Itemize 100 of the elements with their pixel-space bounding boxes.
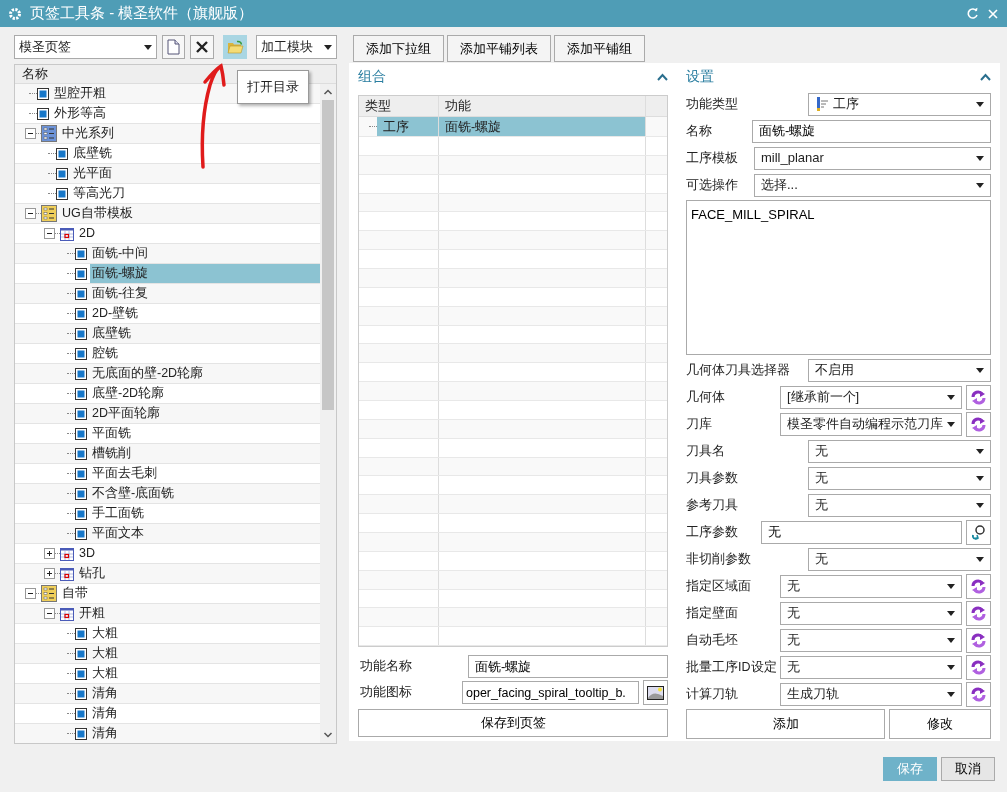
tree-item[interactable]: 等高光刀 bbox=[71, 184, 127, 203]
toolbar-button[interactable]: 添加平铺组 bbox=[554, 35, 645, 62]
tree-item[interactable]: 面铣-往复 bbox=[90, 284, 151, 303]
tree-item[interactable]: 清角 bbox=[90, 684, 120, 703]
delete-button[interactable] bbox=[190, 35, 215, 59]
dropdown[interactable]: 无 bbox=[808, 466, 991, 490]
page-tab-dropdown[interactable]: 模圣页签 bbox=[14, 35, 157, 59]
dialog-button[interactable]: 取消 bbox=[941, 757, 995, 781]
image-button[interactable] bbox=[643, 680, 668, 705]
refresh-button[interactable] bbox=[966, 627, 991, 653]
field-label: 自动毛坯 bbox=[686, 631, 739, 649]
table-cell[interactable]: 面铣-螺旋 bbox=[439, 117, 646, 136]
collapse-icon[interactable] bbox=[980, 73, 991, 81]
dropdown[interactable]: 无 bbox=[808, 493, 991, 517]
dropdown[interactable]: 模圣零件自动编程示范刀库 bbox=[780, 412, 962, 436]
tree-item[interactable]: 型腔开粗 bbox=[52, 84, 108, 103]
tree-item[interactable]: 3D bbox=[77, 544, 97, 563]
action-button[interactable]: 添加 bbox=[686, 709, 885, 739]
tree-item[interactable]: 手工面铣 bbox=[90, 504, 146, 523]
dropdown[interactable]: 无 bbox=[808, 547, 991, 571]
operation-icon bbox=[75, 647, 87, 660]
tree-item[interactable]: 底壁铣 bbox=[71, 144, 114, 163]
column-header: 类型 bbox=[359, 96, 439, 116]
dropdown[interactable]: 无 bbox=[808, 439, 991, 463]
table-cell[interactable]: 工序 bbox=[377, 117, 438, 136]
tree-toggle[interactable] bbox=[25, 128, 36, 139]
tree-toggle[interactable] bbox=[44, 548, 55, 559]
refresh-icon bbox=[970, 388, 987, 406]
toolbar-button[interactable]: 添加下拉组 bbox=[353, 35, 444, 62]
tree-item[interactable]: 大粗 bbox=[90, 664, 120, 683]
scrollbar-thumb[interactable] bbox=[322, 100, 334, 410]
module-dropdown[interactable]: 加工模块 bbox=[256, 35, 337, 59]
refresh-button[interactable] bbox=[966, 600, 991, 626]
tree-item[interactable]: 自带 bbox=[60, 584, 90, 603]
function-name-field[interactable]: 面铣-螺旋 bbox=[468, 655, 668, 678]
field-label: 功能名称 bbox=[359, 658, 413, 676]
toolbar-button[interactable]: 添加平铺列表 bbox=[447, 35, 551, 62]
tree-toggle[interactable] bbox=[44, 608, 55, 619]
close-icon bbox=[195, 40, 210, 54]
tree-item[interactable]: 腔铣 bbox=[90, 344, 120, 363]
text-field[interactable]: 无 bbox=[761, 520, 962, 544]
tree-item[interactable]: 2D-壁铣 bbox=[90, 304, 141, 323]
search-button[interactable] bbox=[966, 519, 991, 545]
tree-item[interactable]: 大粗 bbox=[90, 624, 120, 643]
tree-item[interactable]: 面铣-螺旋 bbox=[90, 264, 320, 283]
close-icon[interactable] bbox=[987, 7, 999, 20]
dropdown[interactable]: 工序 bbox=[808, 92, 991, 116]
save-to-tab-button[interactable]: 保存到页签 bbox=[358, 709, 668, 737]
dropdown[interactable]: mill_planar bbox=[754, 146, 991, 170]
refresh-button[interactable] bbox=[966, 654, 991, 680]
refresh-button[interactable] bbox=[966, 411, 991, 437]
action-button[interactable]: 修改 bbox=[889, 709, 991, 739]
scrollbar[interactable] bbox=[320, 84, 336, 743]
dropdown[interactable]: 无 bbox=[780, 628, 962, 652]
field-label: 批量工序ID设定 bbox=[686, 658, 776, 676]
tree-toggle[interactable] bbox=[44, 568, 55, 579]
tree-item[interactable]: 平面去毛刺 bbox=[90, 464, 159, 483]
tree-toggle[interactable] bbox=[25, 588, 36, 599]
field-label: 名称 bbox=[686, 122, 713, 140]
tree-item[interactable]: 面铣-中间 bbox=[90, 244, 151, 263]
dropdown[interactable]: 无 bbox=[780, 574, 962, 598]
collapse-icon[interactable] bbox=[657, 73, 668, 81]
note-field[interactable]: FACE_MILL_SPIRAL bbox=[686, 200, 991, 355]
caret-icon bbox=[976, 155, 984, 161]
tree-item[interactable]: 2D bbox=[77, 224, 97, 243]
field-label: 功能类型 bbox=[686, 95, 739, 113]
tool-icon bbox=[815, 96, 829, 112]
dropdown[interactable]: 不启用 bbox=[808, 358, 991, 382]
operation-icon bbox=[37, 87, 49, 100]
text-field[interactable]: 面铣-螺旋 bbox=[752, 119, 991, 143]
refresh-icon[interactable] bbox=[966, 7, 979, 20]
tree-item[interactable]: 大粗 bbox=[90, 644, 120, 663]
caret-icon bbox=[976, 448, 984, 454]
tree-item[interactable]: 清角 bbox=[90, 704, 120, 723]
dropdown[interactable]: 无 bbox=[780, 655, 962, 679]
refresh-button[interactable] bbox=[966, 681, 991, 707]
dropdown[interactable]: 选择... bbox=[754, 173, 991, 197]
tree-item[interactable]: 光平面 bbox=[71, 164, 114, 183]
dropdown[interactable]: 生成刀轨 bbox=[780, 682, 962, 706]
tree-item[interactable]: 平面文本 bbox=[90, 524, 146, 543]
tree-item[interactable]: 底壁-2D轮廓 bbox=[90, 384, 167, 403]
refresh-button[interactable] bbox=[966, 384, 991, 410]
tree-item[interactable]: 槽铣削 bbox=[90, 444, 133, 463]
tree-item[interactable]: 平面铣 bbox=[90, 424, 133, 443]
field-label: 参考刀具 bbox=[686, 496, 739, 514]
tree-item[interactable]: 钻孔 bbox=[77, 564, 107, 583]
tree-toggle[interactable] bbox=[44, 228, 55, 239]
refresh-button[interactable] bbox=[966, 573, 991, 599]
tree-toggle[interactable] bbox=[25, 208, 36, 219]
dropdown[interactable]: [继承前一个] bbox=[780, 385, 962, 409]
operation-icon bbox=[56, 187, 68, 200]
dropdown[interactable]: 无 bbox=[780, 601, 962, 625]
caret-icon bbox=[976, 367, 984, 373]
tree-item[interactable]: 开粗 bbox=[77, 604, 107, 623]
tree-item[interactable]: 外形等高 bbox=[52, 104, 108, 123]
tree-item[interactable]: 清角 bbox=[90, 724, 120, 743]
tree-item[interactable]: 底壁铣 bbox=[90, 324, 133, 343]
tree-item[interactable]: 中光系列 bbox=[60, 124, 116, 143]
function-icon-field[interactable]: oper_facing_spiral_tooltip_b. bbox=[462, 681, 639, 704]
calendar-icon bbox=[60, 546, 74, 561]
